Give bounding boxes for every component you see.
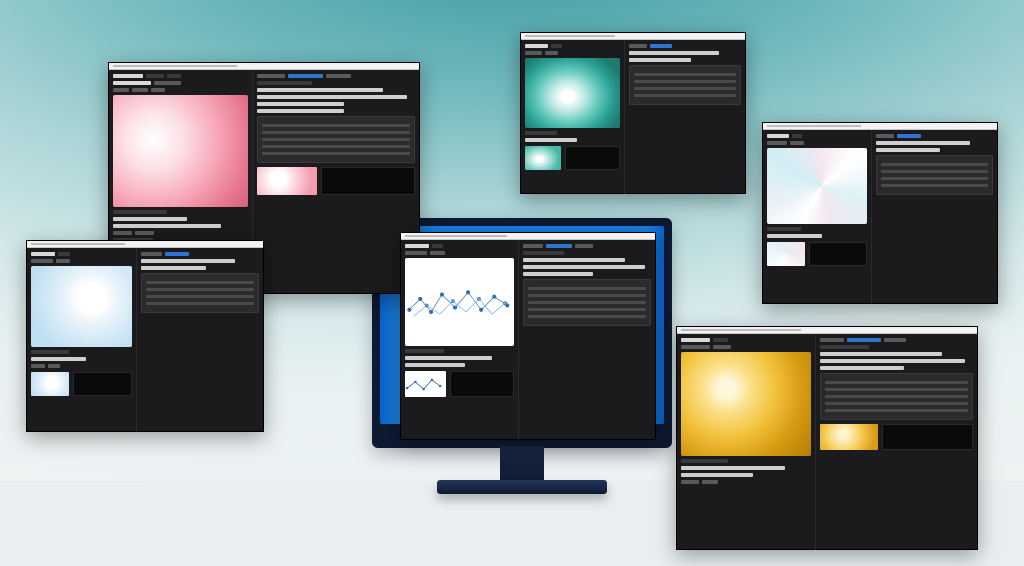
left-panel	[521, 40, 624, 194]
right-panel	[518, 240, 655, 440]
window-titlebar	[521, 33, 745, 40]
thumbnail	[257, 167, 317, 195]
image-preview	[525, 58, 620, 128]
details-panel	[523, 279, 651, 326]
right-panel	[252, 70, 419, 294]
thumbnail	[405, 371, 446, 397]
window-titlebar	[677, 327, 977, 334]
details-panel	[629, 65, 741, 105]
thumbnail	[820, 424, 878, 450]
right-panel	[815, 334, 977, 550]
details-panel	[141, 273, 259, 313]
secondary-block	[450, 371, 513, 397]
thumbnail	[767, 242, 805, 266]
window-titlebar	[27, 241, 263, 248]
right-panel	[624, 40, 745, 194]
secondary-block	[882, 424, 973, 450]
app-window-gold	[676, 326, 978, 550]
app-window-teal	[520, 32, 746, 194]
app-window-blue	[26, 240, 264, 432]
network-graph-icon	[405, 258, 514, 346]
app-window-crystal	[762, 122, 998, 304]
image-preview	[405, 258, 514, 346]
illustration-stage	[0, 0, 1024, 566]
app-window-network	[400, 232, 656, 440]
window-titlebar	[401, 233, 655, 240]
left-panel	[763, 130, 871, 304]
image-preview	[681, 352, 811, 456]
window-titlebar	[109, 63, 419, 70]
monitor-neck	[500, 446, 544, 484]
secondary-block	[809, 242, 867, 266]
window-titlebar	[763, 123, 997, 130]
details-panel	[820, 373, 973, 420]
left-panel	[27, 248, 136, 432]
image-preview	[31, 266, 132, 347]
right-panel	[136, 248, 263, 432]
secondary-block	[565, 146, 620, 170]
left-panel	[677, 334, 815, 550]
image-preview	[113, 95, 248, 207]
image-preview	[767, 148, 867, 224]
right-panel	[871, 130, 997, 304]
details-panel	[257, 116, 415, 163]
details-panel	[876, 155, 993, 195]
network-graph-icon	[405, 371, 446, 397]
monitor-base	[437, 480, 607, 494]
secondary-block	[73, 372, 131, 396]
thumbnail	[525, 146, 561, 170]
left-panel	[401, 240, 518, 440]
secondary-block	[321, 167, 415, 195]
thumbnail	[31, 372, 69, 396]
